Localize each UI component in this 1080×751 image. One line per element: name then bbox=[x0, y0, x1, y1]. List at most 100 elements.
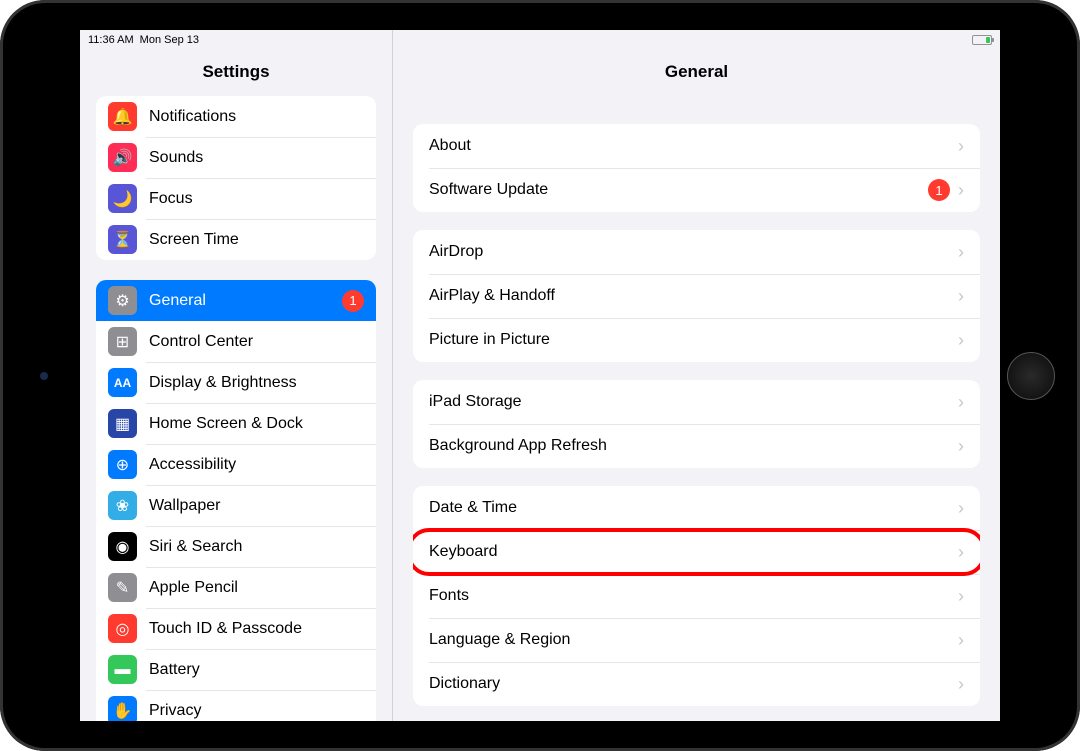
sidebar-item-screen-time[interactable]: ⏳Screen Time bbox=[96, 219, 376, 260]
sidebar-item-touch-id-passcode[interactable]: ◎ Touch ID & Passcode bbox=[96, 608, 376, 649]
detail-group-2: AirDrop›AirPlay & Handoff›Picture in Pic… bbox=[413, 230, 980, 362]
detail-item-label: Date & Time bbox=[429, 499, 950, 517]
chevron-right-icon: › bbox=[958, 242, 964, 263]
sidebar-item-control-center[interactable]: ⊞ Control Center bbox=[96, 321, 376, 362]
sidebar-item-wallpaper[interactable]: ❀ Wallpaper bbox=[96, 485, 376, 526]
detail-item-dictionary[interactable]: Dictionary › bbox=[413, 662, 980, 706]
battery-icon bbox=[972, 35, 992, 45]
sidebar-item-label: Battery bbox=[149, 661, 364, 679]
sidebar-item-label: Focus bbox=[149, 190, 364, 208]
chevron-right-icon: › bbox=[958, 136, 964, 157]
display-brightness-icon: AA bbox=[108, 368, 137, 397]
sidebar-item-label: Privacy bbox=[149, 702, 364, 720]
notifications-icon: 🔔 bbox=[108, 102, 137, 131]
accessibility-icon: ⊕ bbox=[108, 450, 137, 479]
sidebar-item-label: Touch ID & Passcode bbox=[149, 620, 364, 638]
sidebar-item-label: Notifications bbox=[149, 108, 364, 126]
camera-dot bbox=[40, 372, 48, 380]
screen: 11:36 AM Mon Sep 13 Settings 🔔 Notificati… bbox=[80, 30, 1000, 721]
control-center-icon: ⊞ bbox=[108, 327, 137, 356]
detail-item-label: AirDrop bbox=[429, 243, 950, 261]
detail-title: General bbox=[393, 52, 1000, 96]
sounds-icon: 🔊 bbox=[108, 143, 137, 172]
sidebar-item-battery[interactable]: ▬ Battery bbox=[96, 649, 376, 690]
chevron-right-icon: › bbox=[958, 674, 964, 695]
detail-item-label: AirPlay & Handoff bbox=[429, 287, 950, 305]
detail-item-label: Dictionary bbox=[429, 675, 950, 693]
sidebar-item-label: Accessibility bbox=[149, 456, 364, 474]
siri-search-icon: ◉ bbox=[108, 532, 137, 561]
detail-item-label: Fonts bbox=[429, 587, 950, 605]
ipad-frame: 11:36 AM Mon Sep 13 Settings 🔔 Notificati… bbox=[0, 0, 1080, 751]
sidebar-scroll[interactable]: 🔔Notifications🔊Sounds🌙Focus⏳Screen Time … bbox=[80, 96, 392, 721]
chevron-right-icon: › bbox=[958, 180, 964, 201]
wallpaper-icon: ❀ bbox=[108, 491, 137, 520]
sidebar-item-focus[interactable]: 🌙Focus bbox=[96, 178, 376, 219]
detail-item-language-region[interactable]: Language & Region › bbox=[413, 618, 980, 662]
detail-item-airplay-handoff[interactable]: AirPlay & Handoff › bbox=[413, 274, 980, 318]
home-screen-dock-icon: ▦ bbox=[108, 409, 137, 438]
chevron-right-icon: › bbox=[958, 436, 964, 457]
settings-sidebar: Settings 🔔 Notifications 🔊 Sounds 🌙Focus⏳Scr… bbox=[80, 30, 393, 721]
status-bar: 11:36 AM Mon Sep 13 bbox=[80, 30, 1000, 50]
chevron-right-icon: › bbox=[958, 286, 964, 307]
badge: 1 bbox=[928, 179, 950, 201]
sidebar-item-sounds[interactable]: 🔊 Sounds bbox=[96, 137, 376, 178]
detail-item-ipad-storage[interactable]: iPad Storage › bbox=[413, 380, 980, 424]
detail-group-3: iPad Storage › Background App Refresh › bbox=[413, 380, 980, 468]
sidebar-item-apple-pencil[interactable]: ✎ Apple Pencil bbox=[96, 567, 376, 608]
status-time: 11:36 AM bbox=[88, 34, 134, 46]
sidebar-item-notifications[interactable]: 🔔 Notifications bbox=[96, 96, 376, 137]
detail-item-fonts[interactable]: Fonts › bbox=[413, 574, 980, 618]
sidebar-item-label: Screen Time bbox=[149, 231, 364, 249]
detail-item-label: Language & Region bbox=[429, 631, 950, 649]
detail-item-label: Picture in Picture bbox=[429, 331, 950, 349]
sidebar-item-label: Apple Pencil bbox=[149, 579, 364, 597]
apple-pencil-icon: ✎ bbox=[108, 573, 137, 602]
sidebar-item-label: Home Screen & Dock bbox=[149, 415, 364, 433]
sidebar-item-general[interactable]: ⚙ General1 bbox=[96, 280, 376, 321]
detail-item-airdrop[interactable]: AirDrop › bbox=[413, 230, 980, 274]
sidebar-item-label: General bbox=[149, 292, 342, 310]
sidebar-group-1: 🔔 Notifications 🔊 Sounds 🌙Focus⏳Screen Time bbox=[96, 96, 376, 260]
chevron-right-icon: › bbox=[958, 330, 964, 351]
detail-item-label: About bbox=[429, 137, 950, 155]
detail-item-label: iPad Storage bbox=[429, 393, 950, 411]
status-date: Mon Sep 13 bbox=[140, 34, 199, 46]
detail-item-software-update[interactable]: Software Update1 › bbox=[413, 168, 980, 212]
detail-group-1: About › Software Update1 › bbox=[413, 124, 980, 212]
detail-item-date-time[interactable]: Date & Time › bbox=[413, 486, 980, 530]
sidebar-item-siri-search[interactable]: ◉ Siri & Search bbox=[96, 526, 376, 567]
sidebar-group-2: ⚙ General1 ⊞ Control Center AA Display & Brig… bbox=[96, 280, 376, 721]
badge: 1 bbox=[342, 290, 364, 312]
detail-item-background-app-refresh[interactable]: Background App Refresh › bbox=[413, 424, 980, 468]
sidebar-item-label: Display & Brightness bbox=[149, 374, 364, 392]
sidebar-item-label: Wallpaper bbox=[149, 497, 364, 515]
detail-item-keyboard[interactable]: Keyboard › bbox=[413, 530, 980, 574]
detail-item-label: Background App Refresh bbox=[429, 437, 950, 455]
chevron-right-icon: › bbox=[958, 498, 964, 519]
sidebar-item-accessibility[interactable]: ⊕ Accessibility bbox=[96, 444, 376, 485]
sidebar-item-label: Siri & Search bbox=[149, 538, 364, 556]
battery-icon: ▬ bbox=[108, 655, 137, 684]
general-icon: ⚙ bbox=[108, 286, 137, 315]
sidebar-item-display-brightness[interactable]: AA Display & Brightness bbox=[96, 362, 376, 403]
detail-item-label: Keyboard bbox=[429, 543, 950, 561]
sidebar-item-label: Sounds bbox=[149, 149, 364, 167]
touch-id-passcode-icon: ◎ bbox=[108, 614, 137, 643]
chevron-right-icon: › bbox=[958, 392, 964, 413]
sidebar-title: Settings bbox=[80, 52, 392, 96]
sidebar-item-privacy[interactable]: ✋Privacy bbox=[96, 690, 376, 721]
chevron-right-icon: › bbox=[958, 586, 964, 607]
detail-item-picture-in-picture[interactable]: Picture in Picture › bbox=[413, 318, 980, 362]
home-button[interactable] bbox=[1007, 352, 1055, 400]
detail-item-about[interactable]: About › bbox=[413, 124, 980, 168]
sidebar-item-home-screen-dock[interactable]: ▦ Home Screen & Dock bbox=[96, 403, 376, 444]
chevron-right-icon: › bbox=[958, 630, 964, 651]
detail-group-4: Date & Time›Keyboard›Fonts›Language & Re… bbox=[413, 486, 980, 706]
detail-scroll[interactable]: About›Software Update1› AirDrop›AirPlay … bbox=[393, 96, 1000, 721]
detail-panel: General About › Software Update1 › AirDrop ›… bbox=[393, 30, 1000, 721]
detail-item-label: Software Update bbox=[429, 181, 928, 199]
chevron-right-icon: › bbox=[958, 542, 964, 563]
sidebar-item-label: Control Center bbox=[149, 333, 364, 351]
